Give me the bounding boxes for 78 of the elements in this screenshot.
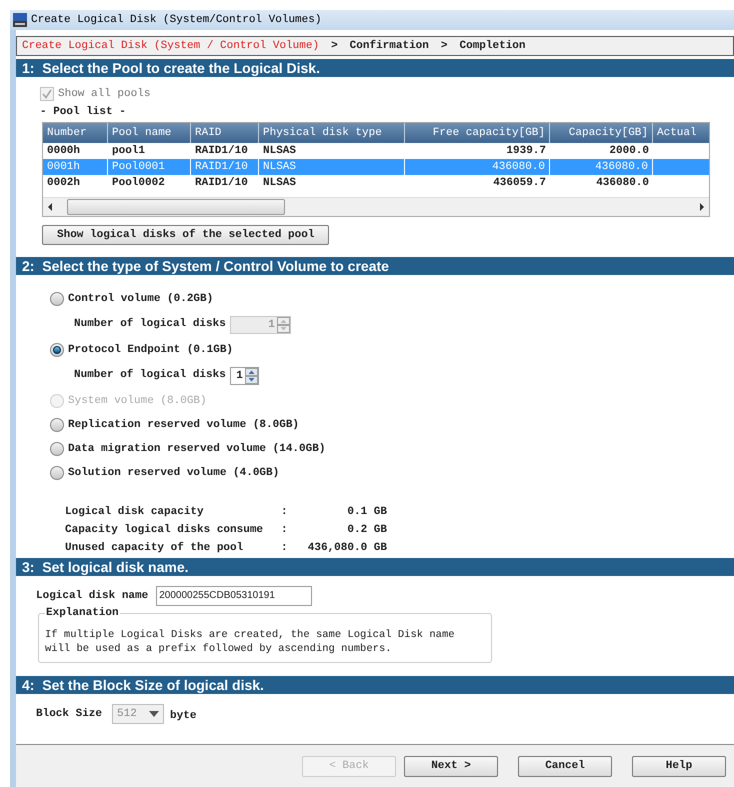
table-cell-text: pool1 <box>111 144 146 159</box>
footer-button[interactable]: Cancel <box>518 756 612 776</box>
section-header: 2: Select the type of System / Control Volume to create <box>16 257 734 275</box>
section-header: 1: Select the Pool to create the Logical Disk. <box>16 59 734 77</box>
number-spinner[interactable]: 1 <box>230 366 259 384</box>
pool-list-label: - Pool list - <box>40 106 126 118</box>
radio-button[interactable] <box>50 442 64 456</box>
table-cell: 436080.0 <box>405 159 550 175</box>
summary-label: Logical disk capacity <box>65 504 205 520</box>
horizontal-scrollbar[interactable] <box>43 197 709 216</box>
logical-disk-name-field[interactable]: 200000255CDB05310191 <box>156 586 312 606</box>
section-header: 4: Set the Block Size of logical disk. <box>16 676 734 694</box>
radio-button[interactable] <box>50 418 64 432</box>
column-header[interactable]: Number <box>43 123 108 143</box>
spinner-label: Number of logical disks <box>74 368 226 384</box>
app-icon <box>12 12 28 28</box>
radio-label: Replication reserved volume (8.0GB) <box>68 418 300 433</box>
radio-label: Data migration reserved volume (14.0GB) <box>68 442 326 457</box>
radio-label: Control volume (0.2GB) <box>68 292 214 307</box>
column-header[interactable]: Actual <box>653 123 709 143</box>
summary-value: 0.2 GB <box>346 522 387 538</box>
stepper-arrows-icon[interactable] <box>244 368 258 384</box>
window-title: Create Logical Disk (System/Control Volumes) <box>31 12 322 28</box>
table-cell: NLSAS <box>259 159 405 175</box>
table-cell-text: 0002h <box>46 176 82 191</box>
table-cell: RAID1/10 <box>191 159 259 175</box>
summary-label: Unused capacity of the pool <box>65 540 244 556</box>
table-cell-text: RAID1/10 <box>194 176 249 191</box>
radio-label: Protocol Endpoint (0.1GB) <box>68 342 234 358</box>
table-cell: 0001h <box>43 159 108 175</box>
table-cell-text: 436059.7 <box>492 176 547 191</box>
field-label: Logical disk name <box>36 588 148 604</box>
explanation-text: If multiple Logical Disks are created, the same Logical Disk name will be used as a prefix followed by ascending numbers. <box>45 628 456 656</box>
summary-colon: : <box>281 540 289 556</box>
summary-value: 0.1 GB <box>346 504 387 520</box>
checkbox-label: Show all pools <box>58 86 150 102</box>
radio-button[interactable] <box>50 292 64 306</box>
table-row[interactable]: 0001h Pool0001 RAID1/10 NLSAS 436080.0 436080.0 <box>43 159 709 175</box>
table-cell-text: 2000.0 <box>608 144 650 159</box>
breadcrumb-separator: > <box>331 38 338 54</box>
summary-label: Capacity logical disks consume <box>65 522 264 538</box>
radio-label: System volume (8.0GB) <box>68 394 207 409</box>
column-header[interactable]: RAID <box>191 123 259 143</box>
column-header[interactable]: Physical disk type <box>259 123 405 143</box>
explanation-legend: Explanation <box>45 607 120 620</box>
footer-button[interactable]: Next > <box>404 756 498 776</box>
summary-colon: : <box>281 504 289 520</box>
table-row[interactable]: 0000h pool1 RAID1/10 NLSAS 1939.7 2000.0 <box>43 143 709 159</box>
table-cell-text: 1939.7 <box>505 144 547 159</box>
block-size-label: Block Size <box>36 706 102 722</box>
breadcrumb-step: Confirmation <box>350 38 429 54</box>
summary-colon: : <box>281 522 289 538</box>
column-header[interactable]: Free capacity[GB] <box>405 123 550 143</box>
table-cell-text: RAID1/10 <box>194 144 249 159</box>
table-cell-text: NLSAS <box>262 144 298 159</box>
dropdown-arrow-icon <box>148 710 160 718</box>
section-header: 3: Set logical disk name. <box>16 558 734 576</box>
table-cell-text: 0000h <box>46 144 82 159</box>
column-header[interactable]: Capacity[GB] <box>550 123 653 143</box>
unit-label: byte <box>170 708 196 724</box>
show-logical-disks-button[interactable]: Show logical disks of the selected pool <box>42 225 330 245</box>
spinner-label: Number of logical disks <box>74 316 226 332</box>
table-cell-text: Pool0002 <box>111 176 166 191</box>
column-header[interactable]: Pool name <box>108 123 191 143</box>
breadcrumb-step: Completion <box>460 38 526 54</box>
table-cell: Pool0001 <box>108 159 191 175</box>
table-cell: 436080.0 <box>550 159 653 175</box>
radio-button[interactable] <box>50 343 64 357</box>
scrollbar-thumb[interactable] <box>67 199 285 215</box>
breadcrumb-step: Create Logical Disk (System / Control Volume) <box>22 38 320 54</box>
table-row[interactable]: 0002h Pool0002 RAID1/10 NLSAS 436059.7 436080.0 <box>43 175 709 191</box>
summary-value: 436,080.0 GB <box>306 540 387 556</box>
breadcrumb-separator: > <box>440 38 448 54</box>
table-cell-text: NLSAS <box>262 176 298 191</box>
table-cell-text: 436080.0 <box>595 176 650 191</box>
footer-button[interactable]: Help <box>632 756 726 776</box>
radio-label: Solution reserved volume (4.0GB) <box>68 466 280 481</box>
radio-button[interactable] <box>50 466 64 480</box>
